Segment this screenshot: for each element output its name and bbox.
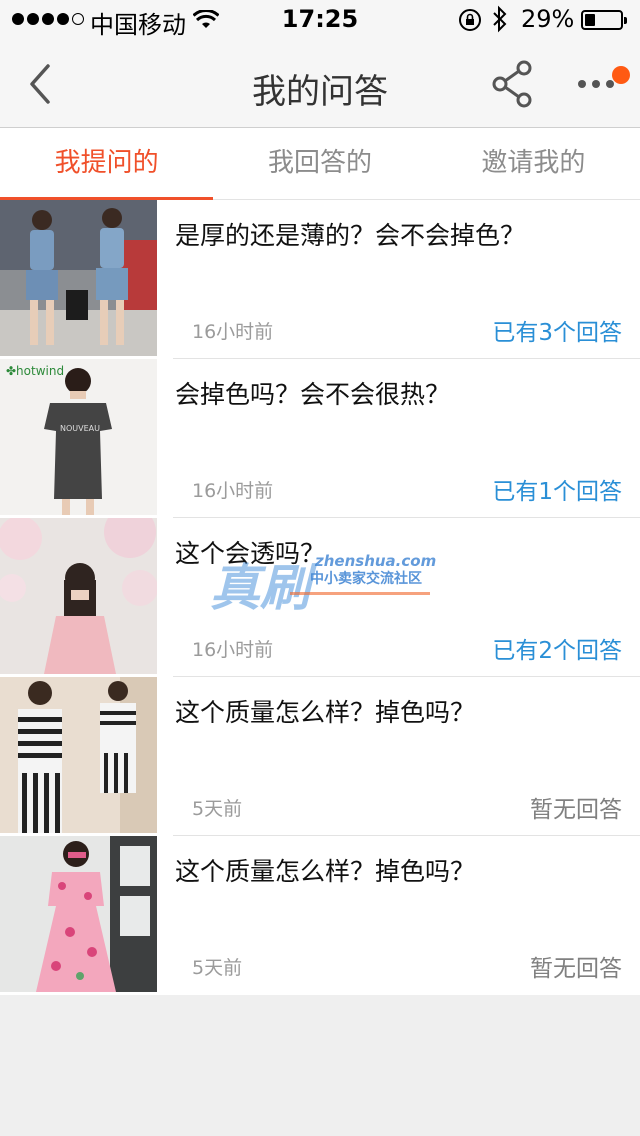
list-item[interactable]: 这个质量怎么样？掉色吗？ 5天前 暂无回答	[0, 836, 640, 995]
question-text: 是厚的还是薄的？会不会掉色？	[175, 221, 526, 250]
list-item[interactable]: 这个质量怎么样？掉色吗？ 5天前 暂无回答	[0, 677, 640, 836]
question-time: 16小时前	[192, 639, 274, 661]
question-text: 这个质量怎么样？掉色吗？	[175, 698, 476, 727]
nav-bar: 我的问答	[0, 40, 640, 128]
battery-icon	[581, 10, 627, 30]
brand-logo: ✤hotwind	[6, 364, 64, 378]
question-list: 是厚的还是薄的？会不会掉色？ 16小时前 已有3个回答 ✤hotwind NOU…	[0, 200, 640, 995]
question-time: 5天前	[192, 798, 243, 820]
answer-count: 暂无回答	[530, 797, 622, 823]
status-bar: 中国移动 17:25 29%	[0, 0, 640, 40]
share-icon	[492, 60, 532, 108]
answer-count: 暂无回答	[530, 956, 622, 982]
tab-my-questions[interactable]: 我提问的	[0, 128, 214, 200]
list-item[interactable]: 这个会透吗？ 16小时前 已有2个回答	[0, 518, 640, 677]
notification-dot	[612, 66, 630, 84]
product-thumbnail: ✤hotwind NOUVEAU	[0, 359, 157, 515]
tab-my-answers[interactable]: 我回答的	[213, 128, 426, 199]
product-thumbnail	[0, 677, 157, 833]
tab-bar: 我提问的 我回答的 邀请我的	[0, 128, 640, 200]
question-time: 16小时前	[192, 321, 274, 343]
battery-percent: 29%	[521, 5, 575, 33]
more-button[interactable]	[572, 66, 632, 106]
rotation-lock-icon	[458, 8, 482, 38]
question-text: 这个会透吗？	[175, 539, 326, 568]
svg-text:NOUVEAU: NOUVEAU	[60, 424, 100, 433]
list-item[interactable]: 是厚的还是薄的？会不会掉色？ 16小时前 已有3个回答	[0, 200, 640, 359]
answer-count[interactable]: 已有1个回答	[492, 472, 622, 506]
question-time: 5天前	[192, 957, 243, 979]
question-text: 这个质量怎么样？掉色吗？	[175, 857, 476, 886]
bluetooth-icon	[491, 5, 509, 39]
answer-count[interactable]: 已有3个回答	[492, 313, 622, 347]
product-thumbnail	[0, 200, 157, 356]
more-icon	[578, 80, 614, 88]
answer-count[interactable]: 已有2个回答	[492, 631, 622, 665]
tab-invited[interactable]: 邀请我的	[427, 128, 640, 199]
question-text: 会掉色吗？会不会很热？	[175, 380, 451, 409]
page-title: 我的问答	[252, 72, 388, 112]
product-thumbnail	[0, 518, 157, 674]
list-item[interactable]: ✤hotwind NOUVEAU 会掉色吗？会不会很热？ 16小时前 已有1个回…	[0, 359, 640, 518]
share-button[interactable]	[490, 60, 534, 108]
question-time: 16小时前	[192, 480, 274, 502]
product-thumbnail	[0, 836, 157, 992]
